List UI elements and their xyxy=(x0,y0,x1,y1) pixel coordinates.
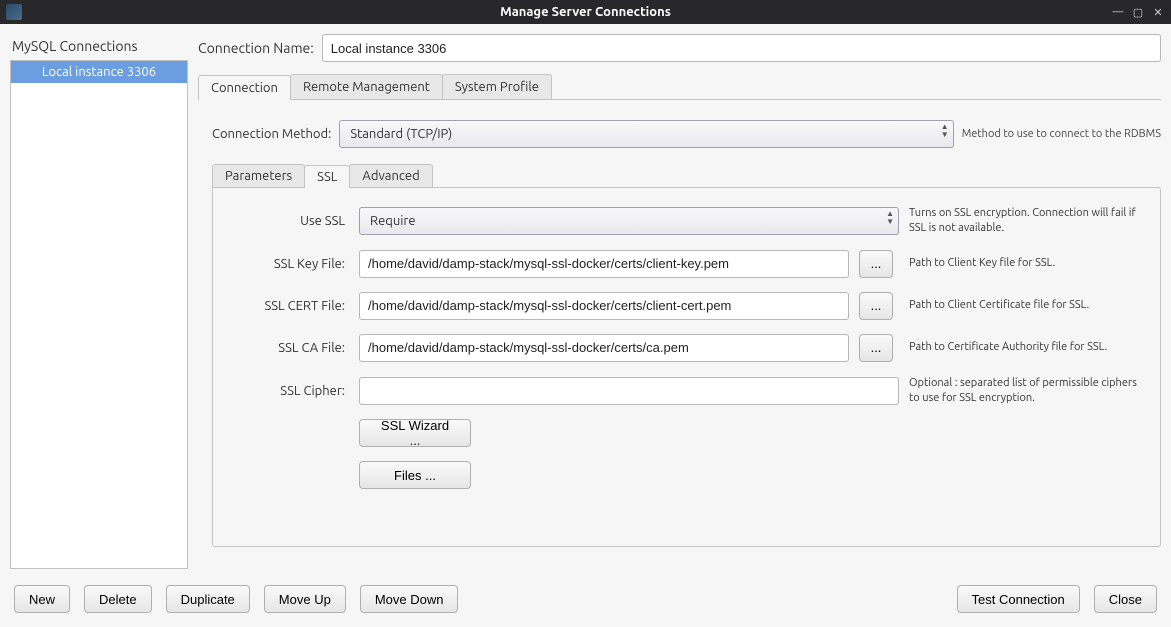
use-ssl-value: Require xyxy=(370,214,416,228)
window-title: Manage Server Connections xyxy=(0,5,1171,19)
sidebar: MySQL Connections Local instance 3306 xyxy=(10,34,188,569)
ssl-cert-browse-button[interactable]: ... xyxy=(859,292,893,320)
use-ssl-help: Turns on SSL encryption. Connection will… xyxy=(909,206,1144,236)
titlebar: Manage Server Connections — ▢ ✕ xyxy=(0,0,1171,24)
close-button[interactable]: Close xyxy=(1094,585,1157,613)
ssl-cert-label: SSL CERT File: xyxy=(229,299,349,313)
ssl-key-input[interactable] xyxy=(359,250,849,278)
main-tabs: Connection Remote Management System Prof… xyxy=(198,74,1161,100)
connection-method-label: Connection Method: xyxy=(212,127,331,141)
connection-method-select[interactable]: Standard (TCP/IP) ▲▼ xyxy=(339,120,953,148)
ssl-cipher-input[interactable] xyxy=(359,377,899,405)
footer: New Delete Duplicate Move Up Move Down T… xyxy=(0,575,1171,627)
tab-remote-management[interactable]: Remote Management xyxy=(290,74,443,99)
chevron-updown-icon: ▲▼ xyxy=(886,210,894,226)
chevron-updown-icon: ▲▼ xyxy=(941,123,949,139)
ssl-ca-input[interactable] xyxy=(359,334,849,362)
sidebar-item-connection[interactable]: Local instance 3306 xyxy=(11,61,187,83)
connection-list[interactable]: Local instance 3306 xyxy=(10,60,188,569)
connection-method-value: Standard (TCP/IP) xyxy=(350,127,452,141)
subtab-ssl[interactable]: SSL xyxy=(304,165,350,188)
subtab-parameters[interactable]: Parameters xyxy=(212,164,305,187)
ssl-ca-browse-button[interactable]: ... xyxy=(859,334,893,362)
ssl-cert-input[interactable] xyxy=(359,292,849,320)
ssl-pane: Use SSL Require ▲▼ Turns on SSL encrypti… xyxy=(212,187,1161,547)
ssl-cipher-help: Optional : separated list of permissible… xyxy=(909,376,1144,406)
connection-name-input[interactable] xyxy=(322,34,1161,62)
ssl-ca-help: Path to Certificate Authority file for S… xyxy=(909,340,1144,355)
tab-system-profile[interactable]: System Profile xyxy=(442,74,552,99)
ssl-key-help: Path to Client Key file for SSL. xyxy=(909,256,1144,271)
ssl-ca-label: SSL CA File: xyxy=(229,341,349,355)
use-ssl-label: Use SSL xyxy=(229,214,349,228)
ssl-cipher-label: SSL Cipher: xyxy=(229,384,349,398)
connection-name-label: Connection Name: xyxy=(198,40,314,56)
use-ssl-select[interactable]: Require ▲▼ xyxy=(359,207,899,235)
sub-tabs: Parameters SSL Advanced xyxy=(212,164,1161,187)
ssl-cert-help: Path to Client Certificate file for SSL. xyxy=(909,298,1144,313)
test-connection-button[interactable]: Test Connection xyxy=(957,585,1080,613)
files-button[interactable]: Files ... xyxy=(359,461,471,489)
movedown-button[interactable]: Move Down xyxy=(360,585,459,613)
new-button[interactable]: New xyxy=(14,585,70,613)
ssl-wizard-button[interactable]: SSL Wizard ... xyxy=(359,419,471,447)
delete-button[interactable]: Delete xyxy=(84,585,152,613)
connection-method-help: Method to use to connect to the RDBMS xyxy=(962,128,1161,140)
sidebar-header: MySQL Connections xyxy=(10,34,188,60)
duplicate-button[interactable]: Duplicate xyxy=(166,585,250,613)
ssl-key-label: SSL Key File: xyxy=(229,257,349,271)
tab-connection[interactable]: Connection xyxy=(198,75,291,100)
ssl-key-browse-button[interactable]: ... xyxy=(859,250,893,278)
moveup-button[interactable]: Move Up xyxy=(264,585,346,613)
subtab-advanced[interactable]: Advanced xyxy=(349,164,432,187)
